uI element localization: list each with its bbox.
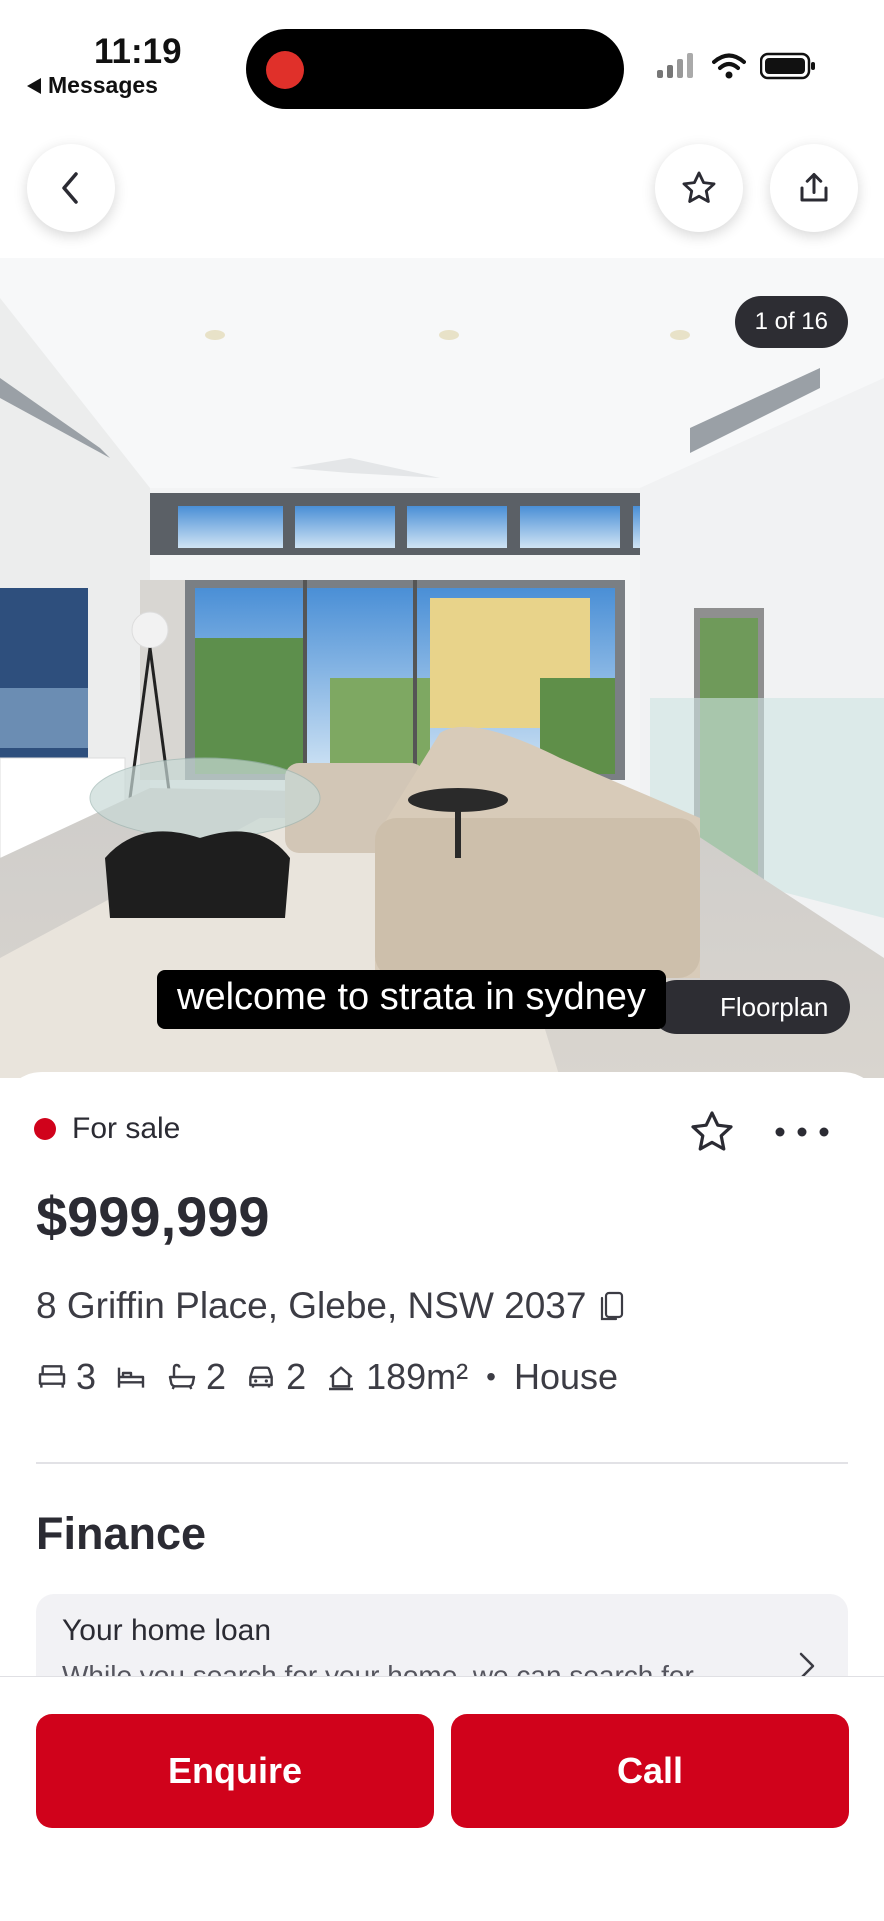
listing-price: $999,999 bbox=[36, 1185, 270, 1248]
recording-icon bbox=[266, 51, 304, 89]
favourite-button[interactable] bbox=[688, 1108, 736, 1161]
land-size-value: 189m² bbox=[366, 1356, 469, 1397]
study-feature bbox=[114, 1361, 148, 1393]
back-to-messages[interactable]: Messages bbox=[26, 72, 158, 99]
enquire-button[interactable]: Enquire bbox=[36, 1714, 434, 1828]
listing-status: For sale bbox=[34, 1112, 180, 1146]
finance-heading: Finance bbox=[36, 1508, 207, 1559]
call-button[interactable]: Call bbox=[451, 1714, 849, 1828]
wifi-icon bbox=[712, 53, 746, 79]
listing-address-row: 8 Griffin Place, Glebe, NSW 2037 bbox=[36, 1285, 626, 1327]
status-time: 11:19 bbox=[94, 32, 182, 71]
property-features: 3 2 2 189m² • House bbox=[36, 1356, 636, 1398]
bathrooms-count: 2 bbox=[206, 1356, 227, 1397]
battery-icon bbox=[760, 52, 815, 80]
star-icon bbox=[682, 171, 716, 203]
car-icon bbox=[249, 1366, 273, 1388]
photo-counter: 1 of 16 bbox=[734, 296, 848, 348]
bathrooms-feature: 2 bbox=[166, 1356, 226, 1398]
share-icon bbox=[800, 173, 828, 202]
land-size-icon bbox=[329, 1366, 354, 1391]
living-room-image bbox=[0, 258, 884, 1078]
star-icon bbox=[691, 1111, 733, 1151]
back-triangle-icon bbox=[27, 77, 41, 94]
bath-icon bbox=[168, 1363, 196, 1390]
floorplan-button[interactable]: Floorplan bbox=[650, 980, 850, 1034]
save-button[interactable] bbox=[655, 144, 743, 232]
back-icon bbox=[62, 172, 78, 204]
listing-address: 8 Griffin Place, Glebe, NSW 2037 bbox=[36, 1285, 587, 1326]
signal-icon bbox=[657, 53, 693, 78]
video-caption: welcome to strata in sydney bbox=[157, 970, 666, 1029]
share-button[interactable] bbox=[770, 144, 858, 232]
land-size-feature: 189m² bbox=[324, 1356, 468, 1398]
status-label: For sale bbox=[72, 1112, 181, 1145]
more-icon bbox=[775, 1127, 829, 1137]
bedrooms-count: 3 bbox=[76, 1356, 97, 1397]
listing-photo[interactable] bbox=[0, 258, 884, 1078]
more-options-button[interactable] bbox=[772, 1118, 832, 1151]
section-divider bbox=[36, 1462, 848, 1464]
back-app-label: Messages bbox=[48, 72, 158, 98]
copy-icon[interactable] bbox=[598, 1289, 626, 1323]
home-loan-title: Your home loan bbox=[62, 1614, 272, 1647]
bedrooms-feature: 3 bbox=[36, 1356, 96, 1398]
parking-feature: 2 bbox=[244, 1356, 306, 1398]
property-type: House bbox=[513, 1356, 619, 1397]
parking-count: 2 bbox=[286, 1356, 307, 1397]
back-button[interactable] bbox=[27, 144, 115, 232]
status-icons bbox=[656, 52, 816, 80]
feature-separator: • bbox=[486, 1361, 496, 1392]
bed-icon bbox=[38, 1365, 66, 1388]
study-icon bbox=[117, 1367, 145, 1388]
status-dot-icon bbox=[34, 1118, 56, 1140]
